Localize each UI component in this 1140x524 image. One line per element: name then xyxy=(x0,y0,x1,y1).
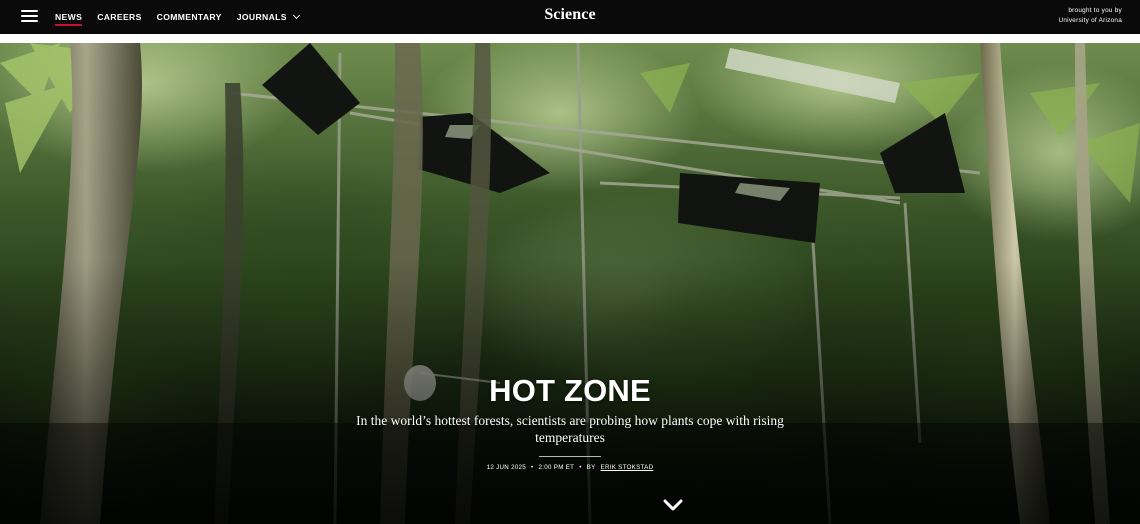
byline-divider xyxy=(539,456,601,457)
sponsor-name: University of Arizona xyxy=(1058,16,1122,24)
article-dek: In the world’s hottest forests, scientis… xyxy=(356,413,784,445)
article-headline: HOT ZONE xyxy=(489,373,651,408)
nav-item-label: COMMENTARY xyxy=(156,12,222,22)
nav-item-news[interactable]: NEWS xyxy=(55,0,83,34)
chevron-down-icon xyxy=(292,11,300,20)
publish-time: 2:00 PM ET xyxy=(538,464,575,471)
nav-item-careers[interactable]: CAREERS xyxy=(97,0,141,34)
article-hero: HOT ZONE In the world’s hottest forests,… xyxy=(0,43,1140,524)
sponsor-prefix: brought to you by xyxy=(1068,7,1122,14)
chevron-down-icon[interactable] xyxy=(663,498,683,512)
site-logo[interactable]: Science xyxy=(544,6,595,23)
article-byline: 12 JUN 2025 • 2:00 PM ET • BY ERIK STOKS… xyxy=(0,464,1140,471)
sponsor-notice[interactable]: brought to you by University of Arizona xyxy=(1059,6,1123,25)
header-divider xyxy=(0,34,1140,43)
main-nav: NEWS CAREERS COMMENTARY JOURNALS xyxy=(55,0,314,34)
publish-date: 12 JUN 2025 xyxy=(486,464,527,471)
top-navigation-bar: NEWS CAREERS COMMENTARY JOURNALS Science… xyxy=(0,0,1140,34)
hero-text-block: HOT ZONE In the world’s hottest forests,… xyxy=(0,373,1140,471)
byline-separator: • xyxy=(579,464,582,471)
byline-prefix: BY xyxy=(586,464,596,471)
nav-item-label: CAREERS xyxy=(97,12,142,22)
byline-separator: • xyxy=(531,464,534,471)
hamburger-menu-icon[interactable] xyxy=(21,10,38,23)
nav-item-label: NEWS xyxy=(55,12,83,22)
nav-item-label: JOURNALS xyxy=(236,12,287,22)
nav-item-commentary[interactable]: COMMENTARY xyxy=(157,0,222,34)
author-link[interactable]: ERIK STOKSTAD xyxy=(601,464,654,471)
nav-item-journals[interactable]: JOURNALS xyxy=(236,0,300,34)
